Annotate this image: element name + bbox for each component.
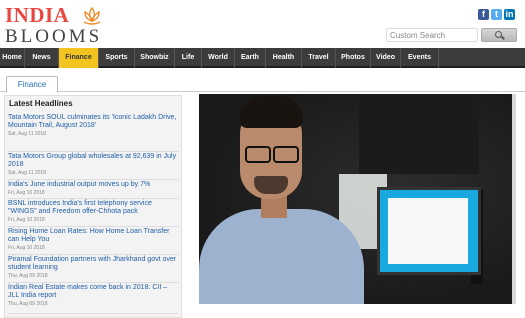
nav-item-earth[interactable]: Earth xyxy=(235,48,266,68)
headline-item[interactable]: Indian Real Estate makes come back in 20… xyxy=(8,284,178,314)
headline-title[interactable]: Indian Real Estate makes come back in 20… xyxy=(8,284,178,300)
sidebar-title: Latest Headlines xyxy=(9,99,73,108)
logo-india-text: INDIA xyxy=(5,3,70,27)
lotus-icon xyxy=(83,6,101,25)
headline-date: Fri, Aug 10 2018 xyxy=(8,245,45,251)
person-glasses xyxy=(243,146,299,163)
headline-date: Sat, Aug 11 2018 xyxy=(8,131,46,137)
person-beard xyxy=(254,176,288,194)
nav-item-photos[interactable]: Photos xyxy=(336,48,371,68)
headline-date: Thu, Aug 09 2018 xyxy=(8,273,48,279)
headline-date: Sat, Aug 11 2018 xyxy=(8,170,46,176)
headline-item[interactable]: Tata Motors Group global wholesales at 9… xyxy=(8,153,178,180)
twitter-icon[interactable]: t xyxy=(491,9,502,20)
nav-item-world[interactable]: World xyxy=(202,48,235,68)
nav-item-news[interactable]: News xyxy=(25,48,59,68)
nav-item-video[interactable]: Video xyxy=(371,48,401,68)
headline-date: Thu, Aug 09 2018 xyxy=(8,301,48,307)
headline-item[interactable]: India's June industrial output moves up … xyxy=(8,181,178,199)
search-icon xyxy=(495,31,502,38)
headline-item[interactable]: Rising Home Loan Rates: How Home Loan Tr… xyxy=(8,228,178,255)
nav-item-events[interactable]: Events xyxy=(401,48,439,68)
video-display-screen xyxy=(377,187,481,275)
main-nav: Home News Finance Sports Showbiz Life Wo… xyxy=(0,48,525,68)
headline-title[interactable]: Tata Motors SOUL culminates its 'Iconic … xyxy=(8,114,178,130)
nav-item-health[interactable]: Health xyxy=(266,48,302,68)
site-logo[interactable]: INDIA BLOOMS xyxy=(5,3,115,47)
search-input[interactable] xyxy=(386,28,478,42)
headline-date: Fri, Aug 10 2018 xyxy=(8,190,45,196)
nav-item-life[interactable]: Life xyxy=(175,48,202,68)
search-button[interactable] xyxy=(481,28,517,42)
nav-item-home[interactable]: Home xyxy=(0,48,25,68)
video-screen-ui xyxy=(388,198,468,264)
video-scrollbar[interactable] xyxy=(512,94,516,304)
nav-item-finance[interactable]: Finance xyxy=(59,48,99,68)
facebook-icon[interactable]: f xyxy=(478,9,489,20)
headline-title[interactable]: Piramal Foundation partners with Jharkha… xyxy=(8,256,178,272)
site-header: INDIA BLOOMS f t in xyxy=(0,0,525,47)
tab-finance[interactable]: Finance xyxy=(6,76,58,93)
headline-title[interactable]: Rising Home Loan Rates: How Home Loan Tr… xyxy=(8,228,178,244)
linkedin-icon[interactable]: in xyxy=(504,9,515,20)
person-hair xyxy=(239,96,303,128)
person-shirt xyxy=(199,209,364,304)
latest-headlines-panel: Latest Headlines Tata Motors SOUL culmin… xyxy=(4,95,182,318)
featured-video[interactable] xyxy=(199,94,515,304)
headline-item[interactable]: Tata Motors SOUL culminates its 'Iconic … xyxy=(8,114,178,152)
headline-item[interactable]: Piramal Foundation partners with Jharkha… xyxy=(8,256,178,283)
headline-date: Fri, Aug 10 2018 xyxy=(8,217,45,223)
logo-blooms-text: BLOOMS xyxy=(5,26,103,47)
nav-item-sports[interactable]: Sports xyxy=(99,48,135,68)
section-tabbar: Finance xyxy=(0,70,525,93)
headline-title[interactable]: India's June industrial output moves up … xyxy=(8,181,178,189)
nav-item-showbiz[interactable]: Showbiz xyxy=(135,48,175,68)
video-wall xyxy=(359,94,479,174)
headline-title[interactable]: BSNL introduces India's first telephony … xyxy=(8,200,178,216)
nav-item-travel[interactable]: Travel xyxy=(302,48,336,68)
headline-title[interactable]: Tata Motors Group global wholesales at 9… xyxy=(8,153,178,169)
headline-item[interactable]: BSNL introduces India's first telephony … xyxy=(8,200,178,227)
